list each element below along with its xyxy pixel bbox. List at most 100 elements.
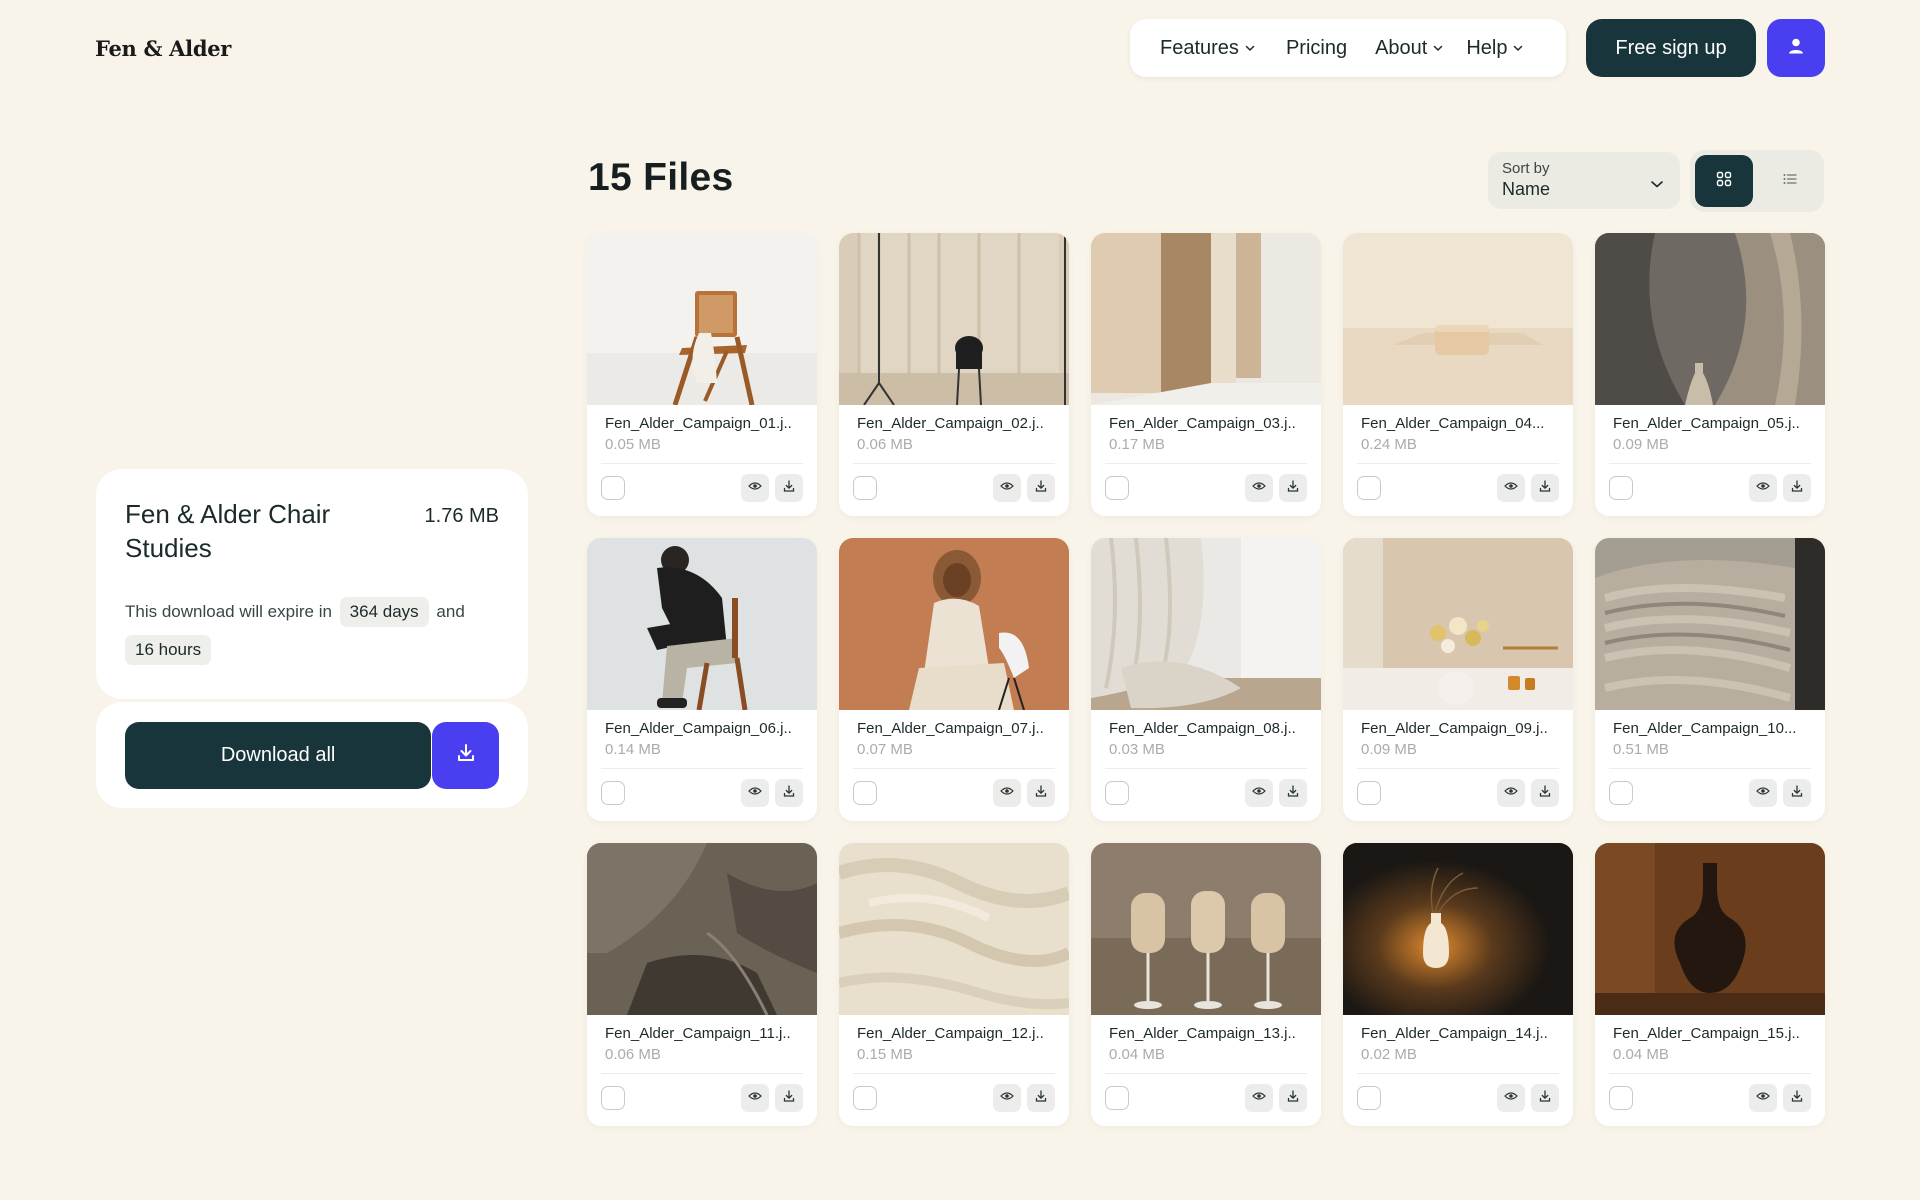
preview-button[interactable] bbox=[1749, 779, 1777, 807]
download-button[interactable] bbox=[775, 1084, 803, 1112]
file-select-checkbox[interactable] bbox=[853, 781, 877, 805]
file-thumbnail[interactable] bbox=[1595, 538, 1825, 710]
file-select-checkbox[interactable] bbox=[853, 476, 877, 500]
download-button[interactable] bbox=[1279, 474, 1307, 502]
file-card[interactable]: Fen_Alder_Campaign_06.j.. 0.14 MB bbox=[587, 538, 817, 821]
download-icon bbox=[1034, 784, 1048, 803]
file-card[interactable]: Fen_Alder_Campaign_13.j.. 0.04 MB bbox=[1091, 843, 1321, 1126]
grid-view-button[interactable] bbox=[1695, 155, 1753, 207]
file-select-checkbox[interactable] bbox=[1105, 1086, 1129, 1110]
user-account-button[interactable] bbox=[1767, 19, 1825, 77]
file-size: 0.02 MB bbox=[1361, 1046, 1417, 1063]
preview-button[interactable] bbox=[741, 474, 769, 502]
preview-button[interactable] bbox=[1245, 779, 1273, 807]
sort-by-select[interactable]: Sort by Name bbox=[1488, 152, 1680, 209]
download-button[interactable] bbox=[1027, 1084, 1055, 1112]
file-card[interactable]: Fen_Alder_Campaign_09.j.. 0.09 MB bbox=[1343, 538, 1573, 821]
download-button[interactable] bbox=[775, 779, 803, 807]
nav-item-about[interactable]: About bbox=[1375, 37, 1444, 60]
brand-logo[interactable]: Fen & Alder bbox=[95, 36, 231, 61]
file-name: Fen_Alder_Campaign_06.j.. bbox=[605, 720, 792, 737]
file-card[interactable]: Fen_Alder_Campaign_05.j.. 0.09 MB bbox=[1595, 233, 1825, 516]
download-button[interactable] bbox=[1531, 1084, 1559, 1112]
file-thumbnail[interactable] bbox=[1595, 843, 1825, 1015]
download-button[interactable] bbox=[1027, 779, 1055, 807]
download-button[interactable] bbox=[1783, 779, 1811, 807]
file-select-checkbox[interactable] bbox=[1609, 476, 1633, 500]
list-view-button[interactable] bbox=[1761, 155, 1819, 207]
chevron-down-icon bbox=[1512, 42, 1524, 54]
eye-icon bbox=[1756, 784, 1770, 803]
free-signup-button[interactable]: Free sign up bbox=[1586, 19, 1756, 77]
download-icon bbox=[1286, 784, 1300, 803]
download-button[interactable] bbox=[1279, 1084, 1307, 1112]
file-select-checkbox[interactable] bbox=[1609, 781, 1633, 805]
file-card[interactable]: Fen_Alder_Campaign_15.j.. 0.04 MB bbox=[1595, 843, 1825, 1126]
preview-button[interactable] bbox=[1749, 474, 1777, 502]
eye-icon bbox=[1252, 1089, 1266, 1108]
preview-button[interactable] bbox=[993, 779, 1021, 807]
file-card[interactable]: Fen_Alder_Campaign_03.j.. 0.17 MB bbox=[1091, 233, 1321, 516]
nav-item-features[interactable]: Features bbox=[1160, 37, 1256, 60]
download-button[interactable] bbox=[1783, 1084, 1811, 1112]
files-count-title: 15 Files bbox=[588, 156, 734, 199]
file-select-checkbox[interactable] bbox=[1357, 476, 1381, 500]
file-thumbnail[interactable] bbox=[587, 233, 817, 405]
nav-item-help[interactable]: Help bbox=[1466, 37, 1524, 60]
download-button[interactable] bbox=[1531, 779, 1559, 807]
file-card[interactable]: Fen_Alder_Campaign_04... 0.24 MB bbox=[1343, 233, 1573, 516]
file-select-checkbox[interactable] bbox=[1609, 1086, 1633, 1110]
file-thumbnail[interactable] bbox=[1091, 538, 1321, 710]
file-card[interactable]: Fen_Alder_Campaign_02.j.. 0.06 MB bbox=[839, 233, 1069, 516]
file-card[interactable]: Fen_Alder_Campaign_07.j.. 0.07 MB bbox=[839, 538, 1069, 821]
file-thumbnail[interactable] bbox=[1091, 843, 1321, 1015]
file-select-checkbox[interactable] bbox=[601, 1086, 625, 1110]
chevron-down-icon bbox=[1244, 42, 1256, 54]
preview-button[interactable] bbox=[1497, 1084, 1525, 1112]
file-card[interactable]: Fen_Alder_Campaign_14.j.. 0.02 MB bbox=[1343, 843, 1573, 1126]
download-button[interactable] bbox=[1783, 474, 1811, 502]
preview-button[interactable] bbox=[1497, 474, 1525, 502]
file-select-checkbox[interactable] bbox=[601, 476, 625, 500]
file-thumbnail[interactable] bbox=[839, 538, 1069, 710]
file-thumbnail[interactable] bbox=[1091, 233, 1321, 405]
preview-button[interactable] bbox=[993, 474, 1021, 502]
download-all-icon-button[interactable] bbox=[432, 721, 499, 789]
nav-item-pricing[interactable]: Pricing bbox=[1286, 37, 1347, 60]
file-select-checkbox[interactable] bbox=[1357, 1086, 1381, 1110]
list-icon bbox=[1782, 171, 1798, 192]
file-thumbnail[interactable] bbox=[1343, 233, 1573, 405]
file-card[interactable]: Fen_Alder_Campaign_01.j.. 0.05 MB bbox=[587, 233, 817, 516]
file-thumbnail[interactable] bbox=[1343, 843, 1573, 1015]
file-thumbnail[interactable] bbox=[1595, 233, 1825, 405]
file-card[interactable]: Fen_Alder_Campaign_10... 0.51 MB bbox=[1595, 538, 1825, 821]
file-card[interactable]: Fen_Alder_Campaign_08.j.. 0.03 MB bbox=[1091, 538, 1321, 821]
file-thumbnail[interactable] bbox=[839, 843, 1069, 1015]
file-select-checkbox[interactable] bbox=[1357, 781, 1381, 805]
file-thumbnail[interactable] bbox=[839, 233, 1069, 405]
file-select-checkbox[interactable] bbox=[1105, 781, 1129, 805]
file-select-checkbox[interactable] bbox=[853, 1086, 877, 1110]
download-all-button[interactable]: Download all bbox=[125, 721, 432, 789]
download-icon bbox=[1538, 479, 1552, 498]
download-button[interactable] bbox=[1279, 779, 1307, 807]
download-button[interactable] bbox=[1531, 474, 1559, 502]
file-size: 0.06 MB bbox=[605, 1046, 661, 1063]
file-thumbnail[interactable] bbox=[1343, 538, 1573, 710]
download-button[interactable] bbox=[1027, 474, 1055, 502]
file-card[interactable]: Fen_Alder_Campaign_12.j.. 0.15 MB bbox=[839, 843, 1069, 1126]
file-select-checkbox[interactable] bbox=[1105, 476, 1129, 500]
file-name: Fen_Alder_Campaign_07.j.. bbox=[857, 720, 1044, 737]
preview-button[interactable] bbox=[741, 779, 769, 807]
preview-button[interactable] bbox=[1245, 474, 1273, 502]
preview-button[interactable] bbox=[1497, 779, 1525, 807]
file-select-checkbox[interactable] bbox=[601, 781, 625, 805]
preview-button[interactable] bbox=[741, 1084, 769, 1112]
file-card[interactable]: Fen_Alder_Campaign_11.j.. 0.06 MB bbox=[587, 843, 817, 1126]
file-thumbnail[interactable] bbox=[587, 538, 817, 710]
preview-button[interactable] bbox=[993, 1084, 1021, 1112]
preview-button[interactable] bbox=[1245, 1084, 1273, 1112]
download-button[interactable] bbox=[775, 474, 803, 502]
file-thumbnail[interactable] bbox=[587, 843, 817, 1015]
preview-button[interactable] bbox=[1749, 1084, 1777, 1112]
